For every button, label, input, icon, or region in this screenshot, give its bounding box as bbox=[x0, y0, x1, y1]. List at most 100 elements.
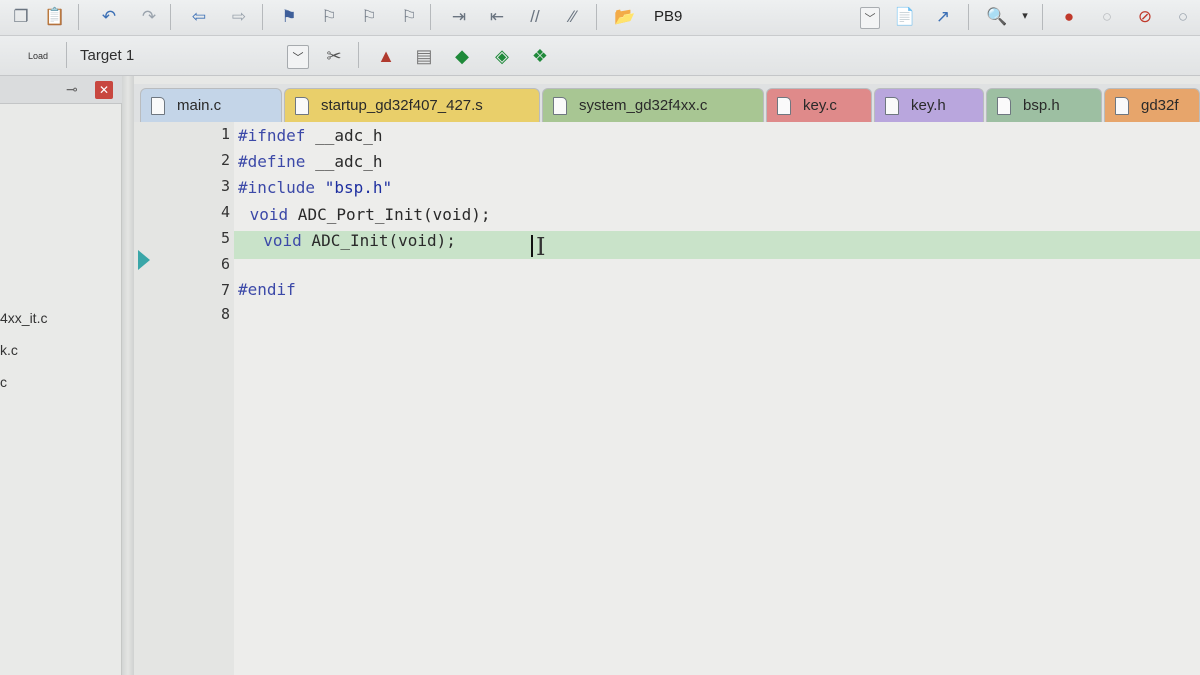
code-text: __adc_h bbox=[305, 126, 383, 145]
project-panel: ⊸ ✕ 4xx_it.c k.c c bbox=[0, 76, 122, 675]
find-text[interactable]: PB9 bbox=[654, 8, 682, 25]
code-keyword: #include bbox=[238, 178, 316, 197]
code-line: #include "bsp.h" bbox=[238, 178, 392, 197]
tab-main-c[interactable]: main.c bbox=[140, 88, 282, 122]
tab-bsp-h[interactable]: bsp.h bbox=[986, 88, 1102, 122]
navigate-back-icon[interactable]: ⇦ bbox=[186, 3, 212, 29]
file-icon bbox=[295, 96, 309, 115]
file-icon bbox=[777, 96, 791, 115]
tab-startup-s[interactable]: startup_gd32f407_427.s bbox=[284, 88, 540, 122]
file-extensions-icon[interactable]: ▤ bbox=[410, 42, 438, 70]
target-options-icon[interactable]: ✂ bbox=[320, 42, 348, 70]
project-file-item[interactable]: c bbox=[0, 374, 7, 390]
tab-label: system_gd32f4xx.c bbox=[579, 97, 708, 114]
undo-icon[interactable]: ↶ bbox=[96, 3, 122, 29]
toolbar-separator bbox=[1042, 4, 1043, 30]
code-text: __adc_h bbox=[305, 152, 383, 171]
line-number: 4 bbox=[220, 203, 230, 221]
file-icon bbox=[885, 96, 899, 115]
code-keyword: void bbox=[244, 231, 302, 250]
bookmark-icon[interactable]: ⚑ bbox=[276, 3, 302, 29]
code-line: #endif bbox=[238, 280, 296, 299]
code-keyword: #ifndef bbox=[238, 126, 306, 145]
text-cursor bbox=[531, 235, 533, 257]
file-icon bbox=[151, 96, 165, 115]
panel-splitter[interactable] bbox=[122, 76, 134, 675]
code-text: ADC_Init(void); bbox=[301, 231, 456, 250]
tab-label: key.h bbox=[911, 97, 946, 114]
tab-label: bsp.h bbox=[1023, 97, 1060, 114]
insert-breakpoint-icon[interactable]: ● bbox=[1056, 3, 1082, 29]
tab-gd32-truncated[interactable]: gd32f bbox=[1104, 88, 1200, 122]
line-number: 1 bbox=[220, 125, 230, 143]
code-line: void ADC_Port_Init(void); bbox=[240, 205, 491, 224]
toolbar-separator bbox=[170, 4, 171, 30]
tab-label: gd32f bbox=[1141, 97, 1179, 114]
build-toolbar: Load Target 1 ﹀ ✂ ▲ ▤ ◆ ◈ ❖ bbox=[0, 36, 1200, 76]
main-toolbar: ❐ 📋 ↶ ↷ ⇦ ⇨ ⚑ ⚐ ⚐ ⚐ ⇥ ⇤ // ⁄⁄ 📂 PB9 ﹀ 📄 … bbox=[0, 0, 1200, 36]
tab-system-c[interactable]: system_gd32f4xx.c bbox=[542, 88, 764, 122]
kill-all-breakpoints-icon[interactable]: ○ bbox=[1170, 3, 1196, 29]
toolbar-separator bbox=[596, 4, 597, 30]
target-dropdown-arrow[interactable]: ﹀ bbox=[287, 45, 309, 69]
tab-label: main.c bbox=[177, 97, 222, 114]
find-dropdown-arrow[interactable]: ﹀ bbox=[860, 7, 880, 29]
code-line: #ifndef __adc_h bbox=[238, 126, 383, 145]
find-icon[interactable]: 📄 bbox=[892, 3, 918, 29]
toolbar-separator bbox=[358, 42, 359, 68]
code-keyword: #endif bbox=[238, 280, 296, 299]
line-number: 6 bbox=[220, 255, 230, 273]
pin-icon[interactable]: ⊸ bbox=[66, 81, 78, 98]
download-icon[interactable]: Load bbox=[24, 42, 52, 70]
load-label: Load bbox=[27, 51, 49, 61]
next-bookmark-icon[interactable]: ⚐ bbox=[356, 3, 382, 29]
code-line: void ADC_Init(void); bbox=[244, 231, 456, 250]
line-number: 2 bbox=[220, 151, 230, 169]
project-file-item[interactable]: k.c bbox=[0, 342, 18, 358]
toolbar-separator bbox=[430, 4, 431, 30]
editor-tabs: main.c startup_gd32f407_427.s system_gd3… bbox=[134, 84, 1200, 122]
navigate-forward-icon[interactable]: ⇨ bbox=[226, 3, 252, 29]
tab-key-c[interactable]: key.c bbox=[766, 88, 872, 122]
toolbar-separator bbox=[78, 4, 79, 30]
toolbar-separator bbox=[262, 4, 263, 30]
code-line: #define __adc_h bbox=[238, 152, 383, 171]
current-line-marker-icon bbox=[138, 250, 150, 270]
paste-icon[interactable]: 📋 bbox=[42, 3, 68, 29]
project-file-item[interactable]: 4xx_it.c bbox=[0, 310, 47, 326]
line-number: 3 bbox=[220, 177, 230, 195]
project-panel-header: ⊸ ✕ bbox=[0, 76, 122, 104]
manage-run-time-environment-icon[interactable]: ❖ bbox=[526, 42, 554, 70]
uncomment-icon[interactable]: ⁄⁄ bbox=[560, 3, 586, 29]
prev-bookmark-icon[interactable]: ⚐ bbox=[316, 3, 342, 29]
file-icon bbox=[553, 96, 567, 115]
select-packs-icon[interactable]: ◆ bbox=[448, 42, 476, 70]
debug-dropdown-icon[interactable]: ▾ bbox=[1012, 3, 1038, 29]
indent-icon[interactable]: ⇥ bbox=[446, 3, 472, 29]
tab-label: key.c bbox=[803, 97, 837, 114]
close-icon[interactable]: ✕ bbox=[95, 81, 113, 99]
toolbar-separator bbox=[968, 4, 969, 30]
toolbar-separator bbox=[66, 42, 67, 68]
copy-icon[interactable]: ❐ bbox=[8, 3, 34, 29]
file-icon bbox=[1115, 96, 1129, 115]
code-string: "bsp.h" bbox=[315, 178, 393, 197]
disable-breakpoint-icon[interactable]: ○ bbox=[1094, 3, 1120, 29]
code-keyword: #define bbox=[238, 152, 306, 171]
line-number: 7 bbox=[220, 281, 230, 299]
unindent-icon[interactable]: ⇤ bbox=[484, 3, 510, 29]
comment-icon[interactable]: // bbox=[522, 3, 548, 29]
incremental-find-icon[interactable]: ↗ bbox=[930, 3, 956, 29]
tab-label: startup_gd32f407_427.s bbox=[321, 97, 483, 114]
pack-installer-icon[interactable]: ◈ bbox=[488, 42, 516, 70]
target-select[interactable]: Target 1 bbox=[80, 47, 134, 64]
disable-all-breakpoints-icon[interactable]: ⊘ bbox=[1132, 3, 1158, 29]
redo-icon[interactable]: ↷ bbox=[136, 3, 162, 29]
debug-session-icon[interactable]: 🔍 bbox=[984, 3, 1010, 29]
manage-project-items-icon[interactable]: ▲ bbox=[372, 42, 400, 70]
line-number: 5 bbox=[220, 229, 230, 247]
line-number: 8 bbox=[220, 305, 230, 323]
find-in-files-icon[interactable]: 📂 bbox=[612, 3, 638, 29]
clear-bookmarks-icon[interactable]: ⚐ bbox=[396, 3, 422, 29]
tab-key-h[interactable]: key.h bbox=[874, 88, 984, 122]
